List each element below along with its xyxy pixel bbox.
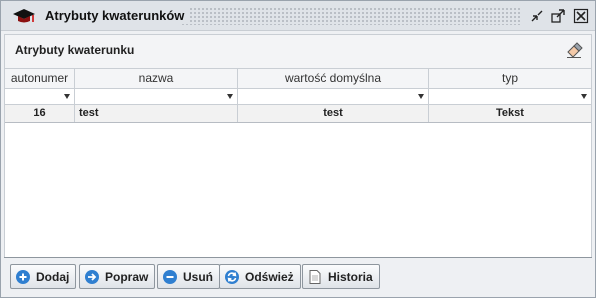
edit-button[interactable]: Popraw [79, 264, 156, 289]
graduation-cap-icon [11, 6, 37, 26]
chevron-down-icon [418, 94, 424, 99]
chevron-down-icon [581, 94, 587, 99]
eraser-icon[interactable] [565, 41, 583, 59]
panel-title: Atrybuty kwaterunku [15, 43, 135, 57]
chevron-down-icon [64, 94, 70, 99]
history-button[interactable]: Historia [302, 264, 380, 289]
add-button[interactable]: Dodaj [10, 264, 77, 289]
refresh-button-label: Odśwież [245, 269, 294, 284]
collapse-icon[interactable] [529, 8, 545, 24]
arrow-right-circle-icon [84, 269, 100, 285]
refresh-button[interactable]: Odśwież [219, 264, 301, 289]
attributes-panel: Atrybuty kwaterunku autonumer nazwa wart… [4, 34, 592, 262]
table-row[interactable]: 16 test test Tekst [5, 105, 591, 123]
column-header[interactable]: wartość domyślna [238, 69, 429, 88]
filter-dropdown[interactable] [75, 89, 238, 104]
window-title: Atrybuty kwaterunków [45, 8, 191, 23]
filter-row [5, 89, 591, 105]
table-cell: test [238, 105, 429, 122]
plus-circle-icon [15, 269, 31, 285]
table-cell: test [75, 105, 238, 122]
delete-button-label: Usuń [183, 269, 213, 284]
title-bar-grip [181, 7, 521, 25]
column-header[interactable]: typ [429, 69, 591, 88]
table-cell: Tekst [496, 107, 524, 119]
chevron-down-icon [227, 94, 233, 99]
title-bar[interactable]: Atrybuty kwaterunków [1, 1, 595, 31]
attributes-table: autonumer nazwa wartość domyślna typ 16 … [5, 68, 591, 261]
action-toolbar: Dodaj Popraw Usuń Odśwież Historia [4, 257, 592, 295]
filter-dropdown[interactable] [238, 89, 429, 104]
minus-circle-icon [162, 269, 178, 285]
refresh-icon [224, 269, 240, 285]
add-button-label: Dodaj [36, 269, 70, 284]
edit-button-label: Popraw [105, 269, 149, 284]
filter-dropdown[interactable] [5, 89, 75, 104]
filter-dropdown[interactable] [429, 89, 591, 104]
table-header: autonumer nazwa wartość domyślna typ [5, 69, 591, 89]
delete-button[interactable]: Usuń [157, 264, 220, 289]
close-icon[interactable] [573, 8, 589, 24]
window: Atrybuty kwaterunków Atrybuty kwaterunku [0, 0, 596, 298]
history-button-label: Historia [328, 269, 373, 284]
document-icon [307, 269, 323, 285]
column-header[interactable]: nazwa [75, 69, 238, 88]
column-header[interactable]: autonumer [5, 69, 75, 88]
panel-header: Atrybuty kwaterunku [5, 35, 591, 67]
expand-icon[interactable] [550, 8, 566, 24]
table-cell: 16 [5, 105, 75, 122]
